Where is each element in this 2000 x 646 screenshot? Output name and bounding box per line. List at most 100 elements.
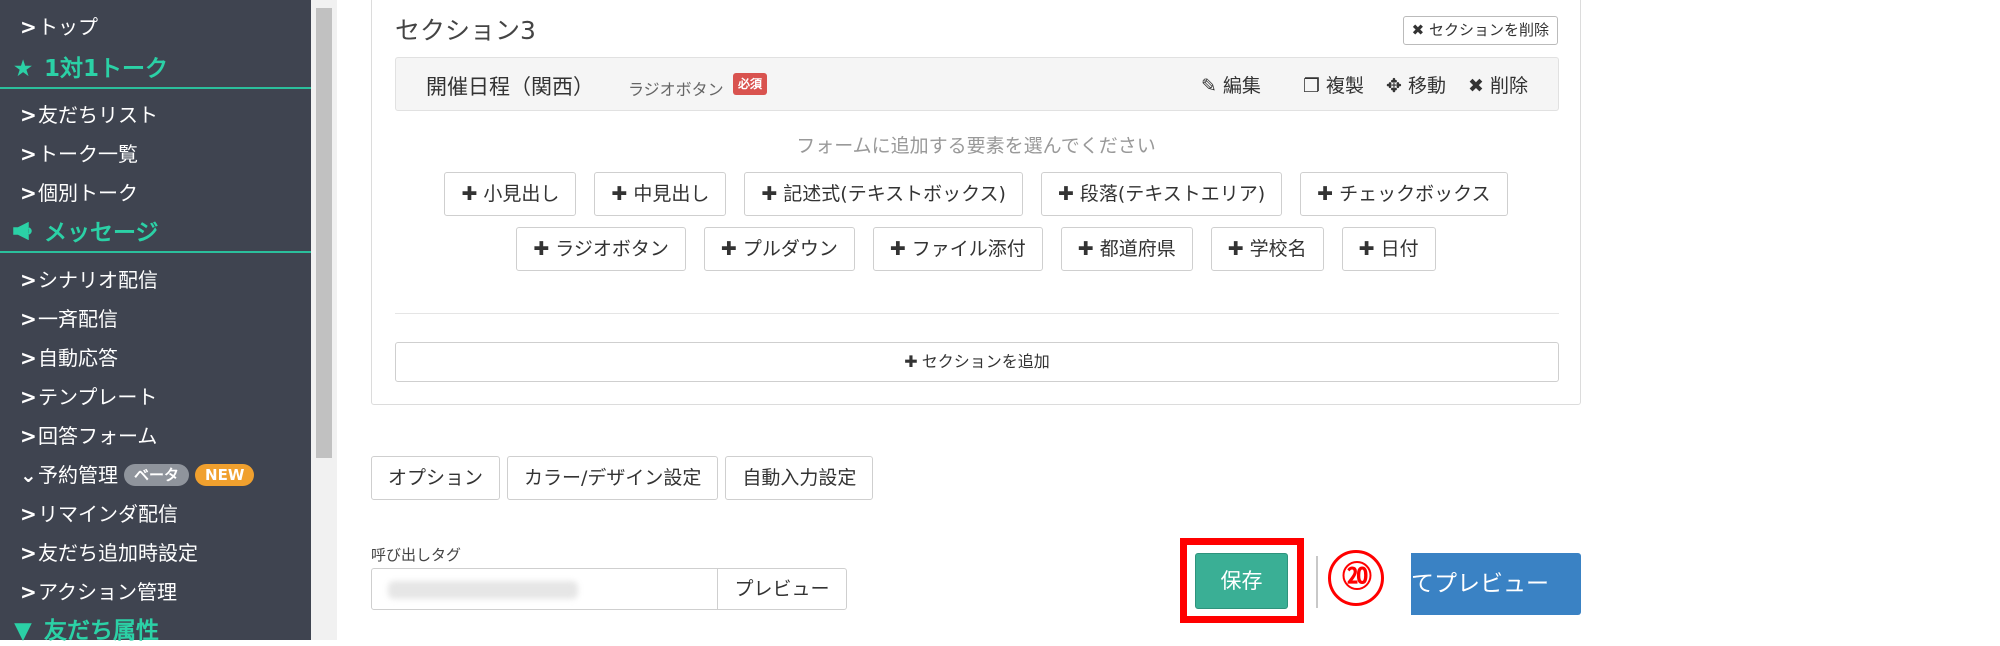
add-file-button[interactable]: ✚ ファイル添付 (872, 227, 1043, 271)
edit-button[interactable]: ✎ 編集 (1201, 71, 1261, 98)
chevron-right-icon: > (20, 142, 37, 166)
separator (1316, 556, 1318, 608)
sidebar-item-top[interactable]: >トップ (20, 11, 98, 40)
plus-icon: ✚ (720, 238, 737, 260)
settings-tabs: オプション カラー/デザイン設定 自動入力設定 (371, 456, 874, 500)
add-button-label: 中見出し (633, 183, 710, 205)
chevron-right-icon: > (20, 541, 37, 565)
step-number-badge: ⑳ (1328, 550, 1384, 606)
tag-preview-button[interactable]: プレビュー (717, 568, 847, 610)
star-icon: ★ (12, 56, 34, 82)
app-frame: { "sidebar": { "item_top": "トップ", "secti… (0, 0, 2000, 646)
call-tag-label: 呼び出しタグ (371, 546, 462, 564)
add-pulldown-button[interactable]: ✚ プルダウン (703, 227, 855, 271)
sidebar-item-individual-talk[interactable]: >個別トーク (20, 177, 138, 206)
sidebar-item-label: 予約管理 (38, 463, 118, 487)
save-button[interactable]: 保存 (1195, 553, 1288, 609)
field-type: ラジオボタン (628, 80, 724, 99)
sidebar-item-label: シナリオ配信 (38, 268, 158, 292)
tab-color-design[interactable]: カラー/デザイン設定 (507, 456, 719, 500)
sidebar-scrollbar[interactable] (311, 0, 337, 640)
add-checkbox-button[interactable]: ✚ チェックボックス (1300, 172, 1508, 216)
add-button-label: プルダウン (742, 238, 838, 260)
plus-icon: ✚ (461, 183, 478, 205)
plus-icon: ✚ (533, 238, 550, 260)
sidebar-item-label: 自動応答 (38, 346, 118, 370)
sidebar-item-reminder[interactable]: >リマインダ配信 (20, 498, 178, 527)
chevron-right-icon: > (20, 15, 37, 39)
chevron-right-icon: > (20, 268, 37, 292)
preview-button[interactable]: てプレビュー (1411, 553, 1581, 615)
sidebar-item-broadcast[interactable]: >一斉配信 (20, 303, 118, 332)
sidebar-item-label: 回答フォーム (38, 424, 158, 448)
plus-icon: ✚ (1227, 238, 1244, 260)
add-button-label: 都道府県 (1099, 238, 1176, 260)
scrollbar-thumb[interactable] (316, 8, 332, 458)
sidebar-item-friend-add-settings[interactable]: >友だち追加時設定 (20, 537, 198, 566)
chevron-right-icon: > (20, 580, 37, 604)
add-button-label: 記述式(テキストボックス) (783, 183, 1006, 205)
divider (395, 313, 1559, 314)
sidebar-item-label: 個別トーク (38, 181, 138, 205)
close-icon: ✖ (1468, 75, 1484, 97)
copy-icon: ❐ (1302, 75, 1320, 97)
sidebar-item-label: 友だち追加時設定 (38, 541, 198, 565)
filter-icon: ▼ (14, 618, 32, 644)
add-radio-button[interactable]: ✚ ラジオボタン (516, 227, 686, 271)
add-small-heading-button[interactable]: ✚ 小見出し (444, 172, 577, 216)
chevron-right-icon: > (20, 103, 37, 127)
sidebar-item-label: 一斉配信 (38, 307, 118, 331)
chevron-right-icon: > (20, 502, 37, 526)
sidebar-item-label: トップ (38, 15, 98, 39)
chevron-right-icon: > (20, 424, 37, 448)
add-section-label: セクションを追加 (921, 352, 1050, 371)
form-field-row[interactable]: 開催日程（関西） ラジオボタン 必須 ✎ 編集 ❐ 複製 ✥ 移動 ✖ 削除 (395, 57, 1559, 111)
plus-icon: ✚ (761, 183, 778, 205)
sidebar: >トップ ★ 1対1トーク >友だちリスト >トーク一覧 >個別トーク メッセージ… (0, 0, 311, 644)
sidebar-item-template[interactable]: >テンプレート (20, 381, 157, 410)
chevron-right-icon: > (20, 346, 37, 370)
sidebar-item-friends-list[interactable]: >友だちリスト (20, 99, 158, 128)
delete-button[interactable]: ✖ 削除 (1468, 71, 1528, 98)
plus-icon: ✚ (889, 238, 906, 260)
add-date-button[interactable]: ✚ 日付 (1341, 227, 1436, 271)
sidebar-item-scenario[interactable]: >シナリオ配信 (20, 264, 158, 293)
blurred-tag-value (388, 581, 578, 599)
add-medium-heading-button[interactable]: ✚ 中見出し (594, 172, 727, 216)
add-school-button[interactable]: ✚ 学校名 (1210, 227, 1324, 271)
add-textarea-button[interactable]: ✚ 段落(テキストエリア) (1040, 172, 1283, 216)
tab-autofill[interactable]: 自動入力設定 (725, 456, 874, 500)
section-panel: セクション3 ✖ セクションを削除 開催日程（関西） ラジオボタン 必須 ✎ 編… (371, 0, 1581, 405)
field-name: 開催日程（関西） (426, 75, 594, 99)
plus-icon: ✚ (1077, 238, 1094, 260)
sidebar-item-talk-list[interactable]: >トーク一覧 (20, 138, 138, 167)
move-button[interactable]: ✥ 移動 (1386, 71, 1446, 98)
sidebar-item-reservation[interactable]: ⌄予約管理 ベータ NEW (20, 459, 255, 488)
sidebar-item-label: リマインダ配信 (38, 502, 178, 526)
sidebar-section-message[interactable]: メッセージ (0, 214, 311, 253)
add-prefecture-button[interactable]: ✚ 都道府県 (1060, 227, 1193, 271)
sidebar-item-answer-form[interactable]: >回答フォーム (20, 420, 157, 449)
chevron-down-icon: ⌄ (20, 463, 37, 487)
sidebar-section-talk[interactable]: ★ 1対1トーク (0, 50, 311, 89)
delete-section-button[interactable]: ✖ セクションを削除 (1402, 16, 1558, 45)
add-textbox-button[interactable]: ✚ 記述式(テキストボックス) (744, 172, 1023, 216)
add-section-button[interactable]: ✚ セクションを追加 (395, 342, 1559, 382)
plus-icon: ✚ (1358, 238, 1375, 260)
chevron-right-icon: > (20, 181, 37, 205)
sidebar-item-label: トーク一覧 (38, 142, 138, 166)
sidebar-item-auto-reply[interactable]: >自動応答 (20, 342, 118, 371)
sidebar-item-label: テンプレート (38, 385, 158, 409)
sidebar-item-label: 友だちリスト (38, 103, 158, 127)
delete-label: 削除 (1489, 75, 1528, 97)
section-title: セクション3 (395, 16, 536, 45)
tab-options[interactable]: オプション (371, 456, 501, 500)
sidebar-section-attributes[interactable]: ▼ 友だち属性 (0, 612, 311, 646)
call-tag-input[interactable] (371, 568, 718, 610)
duplicate-button[interactable]: ❐ 複製 (1303, 71, 1364, 98)
chevron-right-icon: > (20, 385, 37, 409)
sidebar-item-action-mgmt[interactable]: >アクション管理 (20, 576, 177, 605)
move-label: 移動 (1408, 75, 1447, 97)
add-button-label: チェックボックス (1339, 183, 1491, 205)
add-element-hint: フォームに追加する要素を選んでください (796, 135, 1156, 157)
